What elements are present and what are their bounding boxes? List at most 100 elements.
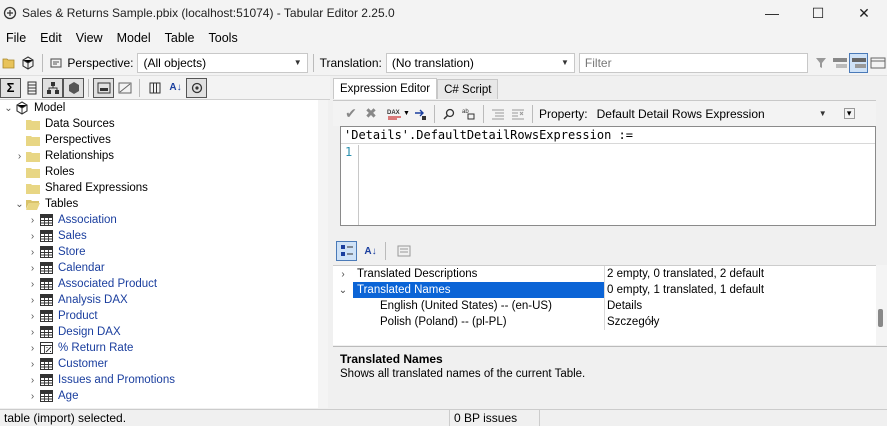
panel-icon[interactable] bbox=[868, 53, 887, 73]
maximize-button[interactable]: ☐ bbox=[795, 0, 841, 26]
tree-node-table[interactable]: › Sales bbox=[0, 228, 327, 244]
tree-node-table[interactable]: › Calendar bbox=[0, 260, 327, 276]
tree-node-table[interactable]: › Associated Product bbox=[0, 276, 327, 292]
scrollbar-thumb[interactable] bbox=[878, 309, 883, 327]
chevron-right-icon[interactable]: › bbox=[27, 244, 38, 260]
menu-view[interactable]: View bbox=[69, 26, 110, 50]
open-folder-icon[interactable] bbox=[0, 53, 19, 73]
table-icon bbox=[38, 324, 54, 340]
sort-alphabetical-icon[interactable]: A↓ bbox=[360, 241, 381, 261]
chevron-down-icon[interactable]: ⌄ bbox=[333, 285, 353, 296]
property-row[interactable]: › Translated Descriptions 2 empty, 0 tra… bbox=[333, 266, 876, 282]
tree-node-relationships[interactable]: › Relationships bbox=[0, 148, 327, 164]
property-scrollbar[interactable] bbox=[876, 265, 887, 345]
svg-text:DAX: DAX bbox=[387, 110, 400, 116]
go-to-icon[interactable] bbox=[410, 104, 430, 124]
tree-node-table[interactable]: › Store bbox=[0, 244, 327, 260]
menu-edit[interactable]: Edit bbox=[33, 26, 69, 50]
cancel-icon[interactable]: ✖ bbox=[361, 104, 381, 124]
uncomment-icon[interactable] bbox=[508, 104, 528, 124]
property-row[interactable]: English (United States) -- (en-US) Detai… bbox=[333, 298, 876, 314]
perspective-select[interactable]: (All objects) ▼ bbox=[137, 52, 308, 73]
menu-file[interactable]: File bbox=[0, 26, 33, 50]
chevron-right-icon[interactable]: › bbox=[27, 212, 38, 228]
property-value[interactable]: Szczegóły bbox=[604, 314, 876, 330]
chevron-right-icon[interactable]: › bbox=[27, 292, 38, 308]
chevron-right-icon[interactable]: › bbox=[27, 356, 38, 372]
chevron-right-icon[interactable]: › bbox=[27, 372, 38, 388]
toolbar-overflow-icon[interactable]: ▾ bbox=[843, 108, 855, 119]
tree-node-table[interactable]: › % Return Rate bbox=[0, 340, 327, 356]
accept-icon[interactable]: ✔ bbox=[341, 104, 361, 124]
tree-node-shared-expressions[interactable]: Shared Expressions bbox=[0, 180, 327, 196]
minimize-button[interactable]: — bbox=[749, 0, 795, 26]
sort-az-icon[interactable]: A↓ bbox=[165, 78, 186, 98]
sort-az-glyph: A↓ bbox=[364, 245, 377, 257]
chevron-right-icon[interactable]: › bbox=[27, 308, 38, 324]
tree-node-table[interactable]: › Association bbox=[0, 212, 327, 228]
status-bp-issues[interactable]: 0 BP issues bbox=[450, 409, 540, 426]
deploy-icon[interactable] bbox=[19, 53, 38, 73]
no-display-folder-icon[interactable] bbox=[114, 78, 135, 98]
tree-label-table: Age bbox=[58, 390, 79, 402]
dax-format-icon[interactable]: DAX bbox=[385, 104, 405, 124]
tab-csharp-script[interactable]: C# Script bbox=[437, 79, 499, 99]
metadata-icon[interactable] bbox=[186, 77, 207, 98]
chevron-right-icon[interactable]: › bbox=[27, 276, 38, 292]
comment-icon[interactable] bbox=[488, 104, 508, 124]
grid-view-icon[interactable] bbox=[144, 78, 165, 98]
perspective-icon bbox=[47, 53, 66, 73]
tree-node-table[interactable]: › Issues and Promotions bbox=[0, 372, 327, 388]
chevron-down-icon: ▼ bbox=[560, 58, 569, 67]
filter-placeholder: Filter bbox=[584, 55, 612, 70]
chevron-right-icon[interactable]: › bbox=[14, 148, 25, 164]
tree-node-data-sources[interactable]: Data Sources bbox=[0, 116, 327, 132]
layout-icon[interactable] bbox=[830, 53, 849, 73]
chevron-down-icon: ▼ bbox=[818, 109, 827, 118]
chevron-right-icon[interactable]: › bbox=[27, 388, 38, 404]
menu-tools[interactable]: Tools bbox=[202, 26, 245, 50]
cube-icon[interactable] bbox=[63, 77, 84, 98]
search-icon[interactable] bbox=[439, 104, 459, 124]
chevron-down-icon[interactable]: ⌄ bbox=[3, 100, 14, 116]
expression-editor[interactable]: 'Details'.DefaultDetailRowsExpression :=… bbox=[340, 126, 876, 226]
categorized-icon[interactable] bbox=[336, 241, 357, 261]
tree-node-table[interactable]: › Age bbox=[0, 388, 327, 404]
chevron-right-icon[interactable]: › bbox=[27, 324, 38, 340]
chevron-right-icon[interactable]: › bbox=[27, 340, 38, 356]
filter-input[interactable]: Filter bbox=[578, 52, 808, 73]
chevron-down-icon[interactable]: ▼ bbox=[403, 110, 410, 117]
replace-icon[interactable]: ab bbox=[459, 104, 479, 124]
hierarchy-icon[interactable] bbox=[42, 77, 63, 98]
translation-select[interactable]: (No translation) ▼ bbox=[385, 52, 575, 73]
chevron-right-icon[interactable]: › bbox=[27, 228, 38, 244]
tab-expression-editor[interactable]: Expression Editor bbox=[333, 78, 438, 99]
tree-node-tables[interactable]: ⌄ Tables bbox=[0, 196, 327, 212]
chevron-right-icon[interactable]: › bbox=[27, 260, 38, 276]
layout-active-icon[interactable] bbox=[849, 52, 869, 73]
filter-icon[interactable] bbox=[812, 53, 831, 73]
chevron-down-icon[interactable]: ⌄ bbox=[14, 196, 25, 212]
tree-node-table[interactable]: › Design DAX bbox=[0, 324, 327, 340]
property-row-selected[interactable]: ⌄ Translated Names 0 empty, 1 translated… bbox=[333, 282, 876, 298]
tree-node-table[interactable]: › Product bbox=[0, 308, 327, 324]
tree-node-perspectives[interactable]: Perspectives bbox=[0, 132, 327, 148]
menu-model[interactable]: Model bbox=[110, 26, 158, 50]
tree-label-tables: Tables bbox=[45, 198, 79, 210]
menu-table[interactable]: Table bbox=[158, 26, 202, 50]
property-pages-icon[interactable] bbox=[393, 241, 414, 261]
columns-icon[interactable] bbox=[21, 78, 42, 98]
tree-node-roles[interactable]: Roles bbox=[0, 164, 327, 180]
tree-node-table[interactable]: › Customer bbox=[0, 356, 327, 372]
chevron-right-icon[interactable]: › bbox=[333, 269, 353, 280]
property-row[interactable]: Polish (Poland) -- (pl-PL) Szczegóły bbox=[333, 314, 876, 330]
close-button[interactable]: ✕ bbox=[841, 0, 887, 26]
tree-scrollbar[interactable] bbox=[318, 100, 328, 408]
tree-node-table[interactable]: › Analysis DAX bbox=[0, 292, 327, 308]
tree-node-model[interactable]: ⌄ Model bbox=[0, 100, 327, 116]
property-select[interactable]: Default Detail Rows Expression ▼ bbox=[592, 104, 832, 124]
sigma-icon[interactable]: Σ bbox=[0, 77, 21, 98]
property-value[interactable]: Details bbox=[604, 298, 876, 314]
hidden-objects-icon[interactable] bbox=[93, 77, 114, 98]
